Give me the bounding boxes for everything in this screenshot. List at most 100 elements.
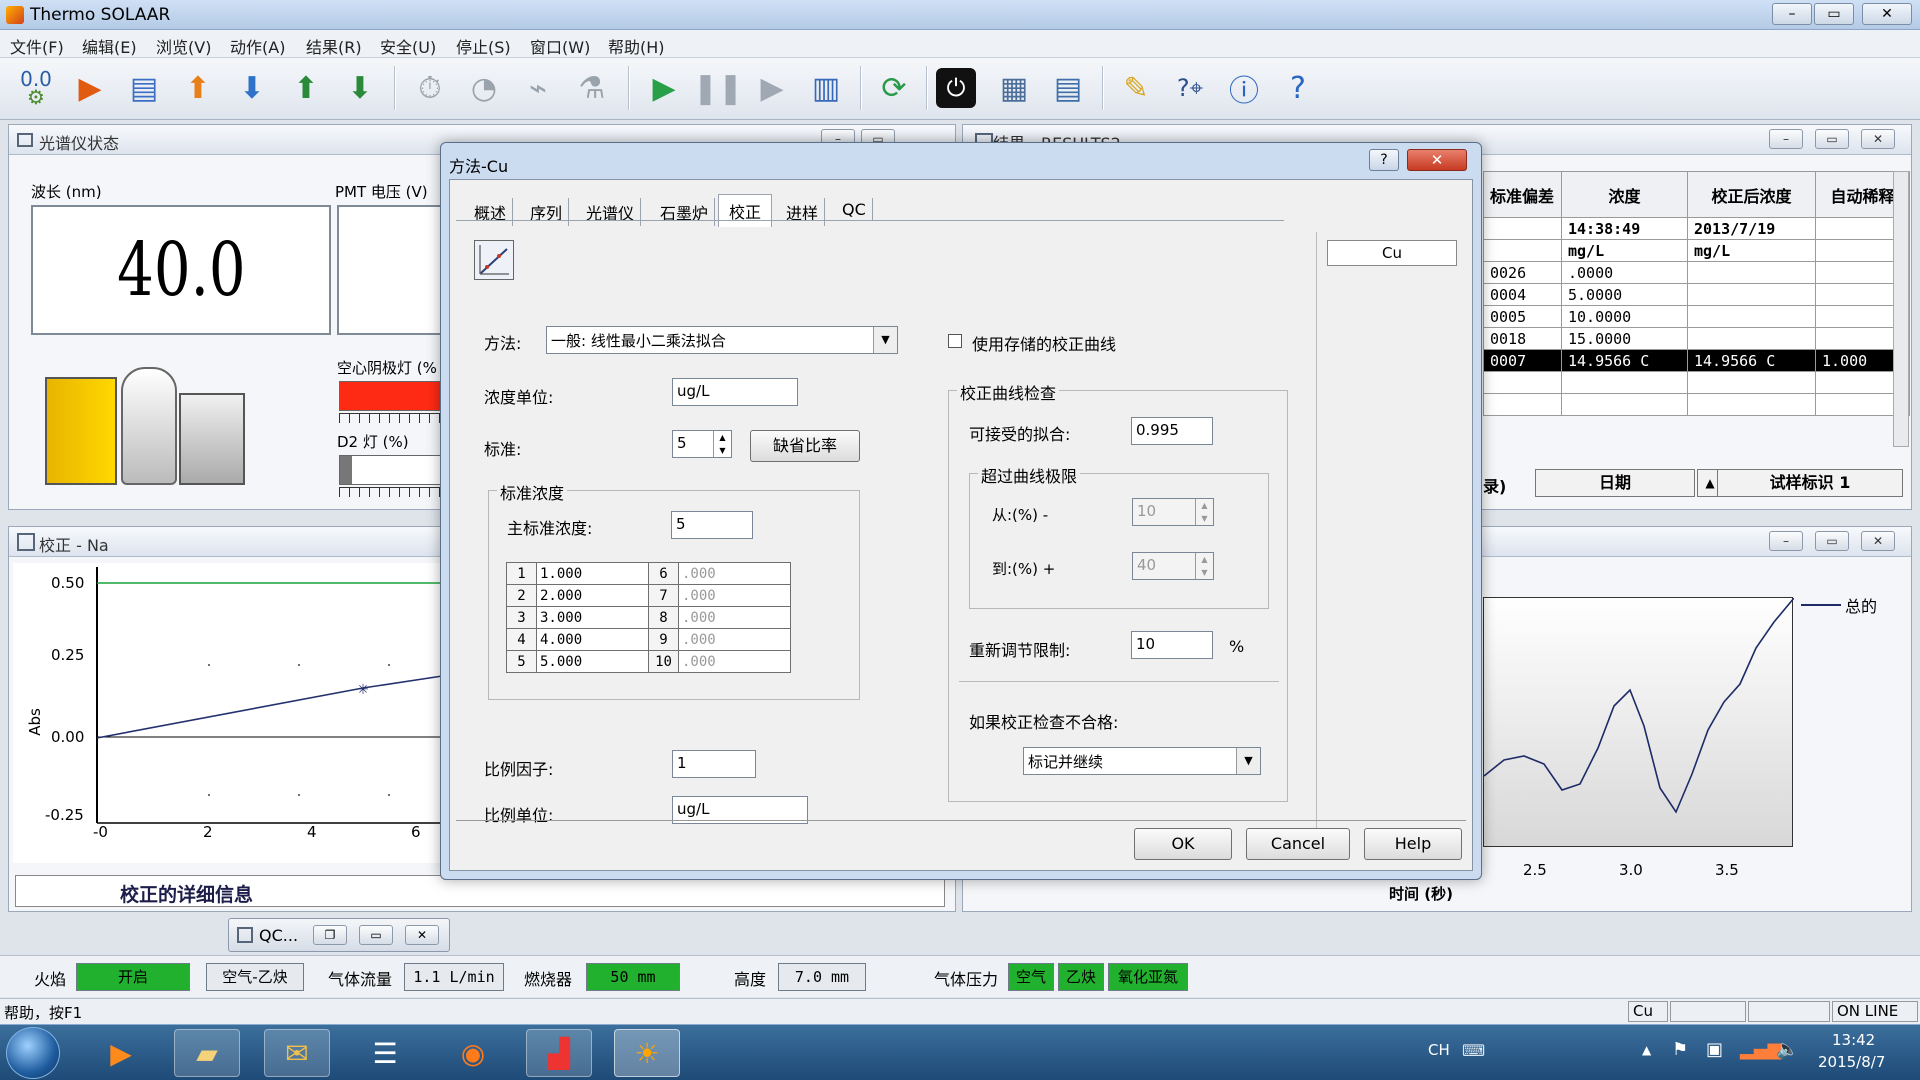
tab-qc[interactable]: QC [836,198,873,221]
maximize-icon[interactable]: ▭ [1815,129,1849,149]
close-icon[interactable]: ✕ [405,925,439,945]
clock-date[interactable]: 2015/8/7 [1818,1053,1885,1071]
std-value[interactable]: .000 [678,584,791,607]
gas-type-button[interactable]: 空气-乙炔 [206,963,304,991]
std-value[interactable]: 1.000 [536,562,649,585]
acceptable-fit-input[interactable]: 0.995 [1131,417,1213,445]
conc-unit-input[interactable]: ug/L [672,378,798,406]
furnace-icon[interactable]: ⌁ [514,64,562,112]
element-list[interactable]: Cu [1316,232,1466,832]
report-icon[interactable]: ▤ [1044,64,1092,112]
method-select[interactable]: 一般: 线性最小二乘法拟合 ▼ [546,326,898,354]
use-stored-curve-checkbox[interactable] [948,334,962,348]
media-player-icon[interactable]: ▶ [88,1029,154,1077]
autosampler-icon[interactable]: ⏱ [406,64,454,112]
col-corrected-conc[interactable]: 校正后浓度 [1687,171,1816,218]
cancel-button[interactable]: Cancel [1246,828,1350,860]
menu-file[interactable]: 文件(F) [10,34,64,58]
zero-button[interactable]: 0.0 ⚙ [12,64,60,112]
table-row[interactable] [1483,393,1910,416]
sample-id-button[interactable]: 试样标识 1 [1717,469,1903,497]
info-icon[interactable]: ⓘ [1220,64,1268,112]
ok-button[interactable]: OK [1134,828,1232,860]
menu-window[interactable]: 窗口(W) [530,34,590,58]
vapor-icon[interactable]: ⚗ [568,64,616,112]
results-scrollbar[interactable] [1893,171,1909,447]
table-row[interactable]: 0005 10.0000 [1483,305,1910,328]
table-row-selected[interactable]: 0007 14.9566 C 14.9566 C 1.000 [1483,349,1910,372]
std-value[interactable]: 4.000 [536,628,649,651]
help-pointer-icon[interactable]: ? [1274,64,1322,112]
std-value[interactable]: .000 [678,650,791,673]
qc-minimized-window[interactable]: QC... ❐ ▭ ✕ [228,918,450,952]
play-icon[interactable]: ▶ [640,64,688,112]
maximize-icon[interactable]: ▭ [1815,531,1849,551]
arrow-up-green-icon[interactable]: ⬆ [282,64,330,112]
maximize-icon[interactable]: ▭ [1814,3,1854,25]
master-std-input[interactable]: 5 [671,511,753,539]
col-conc[interactable]: 浓度 [1561,171,1688,218]
dialog-help-icon[interactable]: ? [1369,149,1399,171]
menu-results[interactable]: 结果(R) [306,34,362,58]
table-row[interactable]: 1 1.000 6.000 [506,562,791,585]
load-blue-icon[interactable]: ⬇ [228,64,276,112]
to-spinner[interactable]: 40 ▲ ▼ [1132,552,1214,580]
load-orange-icon[interactable]: ⬆ [174,64,222,112]
table-row[interactable]: 3 3.000 8.000 [506,606,791,629]
std-value[interactable]: .000 [678,628,791,651]
timer-icon[interactable]: ◔ [460,64,508,112]
wizard-icon[interactable]: ✎ [1112,64,1160,112]
menu-stop[interactable]: 停止(S) [456,34,511,58]
table-row[interactable]: 5 5.000 10.000 [506,650,791,673]
std-value[interactable]: 3.000 [536,606,649,629]
flag-icon[interactable]: ⚑ [1672,1039,1688,1060]
start-button[interactable] [6,1027,60,1079]
keyboard-icon[interactable]: ⌨ [1462,1041,1485,1060]
sample-tube-icon[interactable]: ▥ [802,64,850,112]
pause-icon[interactable]: ❚❚ [693,64,743,112]
volume-icon[interactable]: 🔈 [1776,1039,1798,1060]
arrow-down-green-icon[interactable]: ⬇ [336,64,384,112]
sequence-run-icon[interactable]: ⟳ [870,64,918,112]
close-icon[interactable]: ✕ [1861,129,1895,149]
context-help-icon[interactable]: ?⌖ [1166,64,1214,112]
table-row[interactable] [1483,371,1910,394]
power-icon[interactable]: ⏻ [936,68,976,108]
messenger-icon[interactable]: ✉ [264,1029,330,1077]
close-icon[interactable]: ✕ [1862,3,1912,25]
minimize-icon[interactable]: – [1769,129,1803,149]
spinner-arrows-icon[interactable]: ▲ ▼ [713,431,731,457]
flame-settings-icon[interactable]: ▤ [120,64,168,112]
dialog-close-icon[interactable]: ✕ [1407,149,1467,171]
lamp-icon[interactable]: ▦ [990,64,1038,112]
from-spinner[interactable]: 10 ▲ ▼ [1132,498,1214,526]
fail-action-select[interactable]: 标记并继续 ▼ [1023,747,1261,775]
restore-icon[interactable]: ❐ [313,925,347,945]
menu-action[interactable]: 动作(A) [230,34,285,58]
table-row[interactable]: 4 4.000 9.000 [506,628,791,651]
maximize-icon[interactable]: ▭ [359,925,393,945]
help-button[interactable]: Help [1364,828,1462,860]
table-row[interactable]: 0026.0000 [1483,261,1910,284]
std-value[interactable]: .000 [678,562,791,585]
show-hidden-icons[interactable]: ▲ [1642,1043,1651,1057]
table-row[interactable]: mg/L mg/L [1483,239,1910,262]
clock-time[interactable]: 13:42 [1832,1031,1875,1049]
std-conc-table[interactable]: 1 1.000 6.000 2 2.000 7.000 3 3.000 8.000 4 4.0… [506,562,791,673]
device-icon[interactable]: ▣ [1706,1039,1723,1060]
table-row[interactable]: 2 2.000 7.000 [506,584,791,607]
menu-edit[interactable]: 编辑(E) [82,34,137,58]
scale-factor-input[interactable]: 1 [672,750,756,778]
chart-app-icon[interactable]: ▟ [526,1029,592,1077]
spinner-arrows-icon[interactable]: ▲ ▼ [1195,553,1213,579]
default-ratio-button[interactable]: 缺省比率 [750,430,860,462]
menu-security[interactable]: 安全(U) [380,34,436,58]
language-indicator[interactable]: CH [1428,1041,1450,1059]
reslope-input[interactable]: 10 [1131,631,1213,659]
file-explorer-icon[interactable]: ▰ [174,1029,240,1077]
spinner-arrows-icon[interactable]: ▲ ▼ [1195,499,1213,525]
std-value[interactable]: 2.000 [536,584,649,607]
minimize-icon[interactable]: – [1772,3,1812,25]
firefox-icon[interactable]: ◉ [440,1029,506,1077]
next-icon[interactable]: ▶ [748,64,796,112]
